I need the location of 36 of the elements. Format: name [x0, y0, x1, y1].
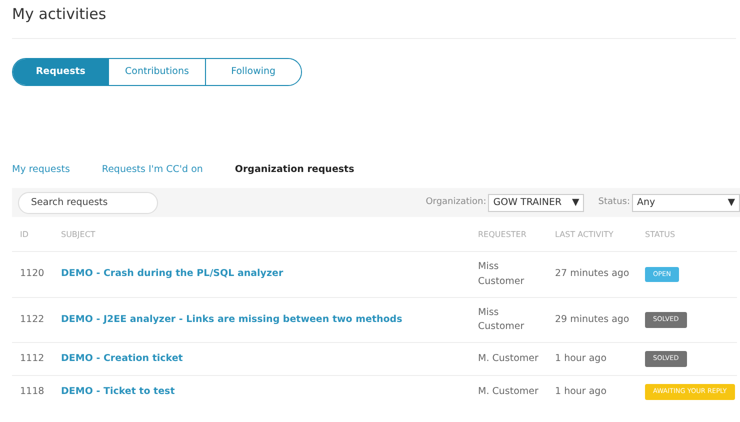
- ticket-id: 1122: [20, 312, 44, 327]
- ticket-id: 1120: [20, 267, 44, 282]
- ticket-link[interactable]: DEMO - Ticket to test: [61, 384, 175, 399]
- ticket-id: 1112: [20, 352, 44, 366]
- requester-name: Miss Customer: [478, 306, 526, 334]
- caret-icon: ▼: [572, 196, 580, 210]
- tab[interactable]: Requests: [13, 59, 108, 85]
- column-header: ID: [20, 230, 29, 240]
- requester-name: M. Customer: [478, 384, 538, 399]
- column-header: STATUS: [645, 230, 676, 240]
- dropdown-value: Any: [637, 196, 656, 210]
- filter-tab[interactable]: My requests: [12, 163, 70, 178]
- column-header: LAST ACTIVITY: [555, 230, 614, 240]
- page-title: My activities: [12, 4, 108, 25]
- ticket-id: 1118: [20, 384, 44, 399]
- column-header: SUBJECT: [61, 230, 96, 240]
- search-field[interactable]: Search requests: [18, 192, 158, 214]
- tab[interactable]: Following: [204, 59, 301, 85]
- ticket-link[interactable]: DEMO - J2EE analyzer - Links are missing between two methods: [61, 312, 402, 328]
- caret-icon: ▼: [728, 196, 735, 210]
- dropdown-value: GOW TRAINER: [493, 196, 562, 210]
- requester-name: Miss Customer: [478, 260, 526, 288]
- column-header: REQUESTER: [478, 230, 526, 240]
- dropdown[interactable]: Any ▼: [632, 194, 740, 212]
- ticket-link[interactable]: DEMO - Creation ticket: [61, 352, 183, 366]
- requester-name: M. Customer: [478, 352, 538, 366]
- ticket-link[interactable]: DEMO - Crash during the PL/SQL analyzer: [61, 267, 284, 282]
- activity-time: 29 minutes ago: [555, 312, 630, 327]
- activity-time: 1 hour ago: [555, 352, 607, 366]
- filter-tab[interactable]: Organization requests: [234, 163, 354, 178]
- dropdown[interactable]: GOW TRAINER ▼: [488, 194, 584, 212]
- activity-time: 27 minutes ago: [555, 267, 630, 282]
- filter-label: Organization:: [426, 196, 486, 209]
- filter-label: Status:: [598, 196, 630, 209]
- activity-time: 1 hour ago: [555, 384, 607, 399]
- filter-tab[interactable]: Requests I'm CC'd on: [102, 163, 203, 178]
